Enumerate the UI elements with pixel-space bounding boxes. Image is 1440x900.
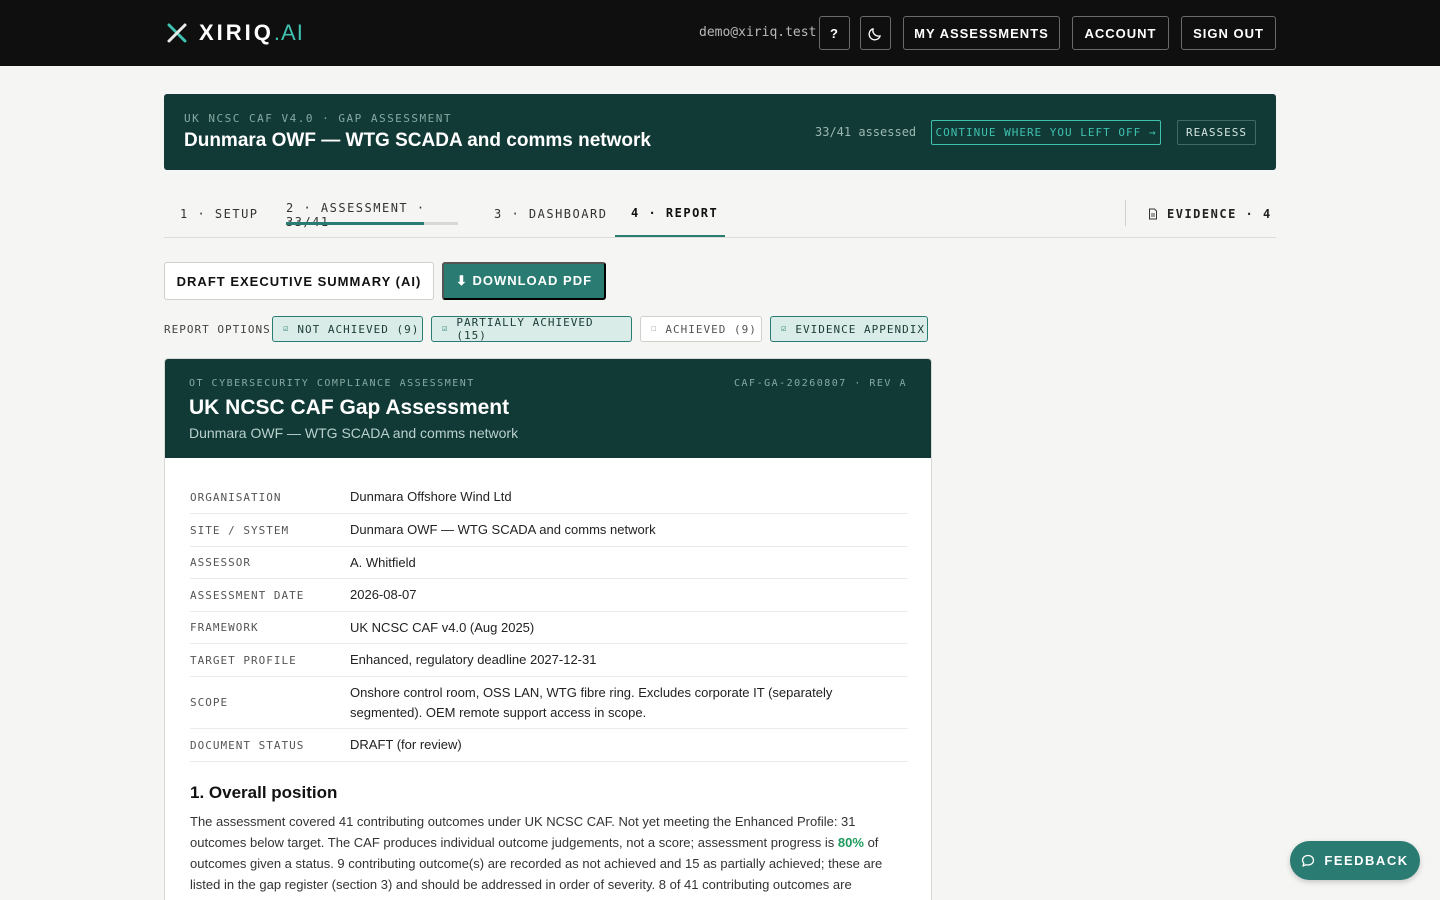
feedback-button[interactable]: FEEDBACK	[1290, 841, 1420, 880]
option-partially-achieved[interactable]: ☑ PARTIALLY ACHIEVED (15)	[431, 316, 632, 342]
option-evidence-appendix[interactable]: ☑ EVIDENCE APPENDIX	[770, 316, 928, 342]
meta-key: FRAMEWORK	[190, 621, 259, 634]
help-button[interactable]: ?	[819, 16, 850, 50]
draft-executive-summary-button[interactable]: DRAFT EXECUTIVE SUMMARY (AI)	[164, 262, 434, 300]
meta-value: Dunmara Offshore Wind Ltd	[350, 489, 512, 504]
meta-key: DOCUMENT STATUS	[190, 738, 305, 752]
checkbox-icon: ☑	[283, 324, 290, 334]
meta-row: ORGANISATION Dunmara Offshore Wind Ltd	[190, 481, 908, 514]
option-label: NOT ACHIEVED (9)	[297, 322, 420, 336]
section-paragraph: The assessment covered 41 contributing o…	[190, 814, 883, 892]
continue-button[interactable]: CONTINUE WHERE YOU LEFT OFF →	[931, 120, 1161, 145]
report-kicker: OT CYBERSECURITY COMPLIANCE ASSESSMENT	[189, 378, 475, 389]
xiriq-logo-icon	[167, 23, 187, 43]
assessment-progress: 33/41 assessed	[815, 125, 917, 139]
meta-key: TARGET PROFILE	[190, 653, 297, 667]
checkbox-icon: ☑	[442, 324, 449, 334]
logo-text: XIRIQ.AI	[199, 20, 304, 45]
checkbox-icon: ☐	[651, 324, 658, 334]
my-assessments-button[interactable]: MY ASSESSMENTS	[903, 16, 1060, 50]
progress-highlight: 80%	[837, 835, 864, 850]
checkbox-icon: ☑	[781, 324, 788, 334]
meta-value: Enhanced, regulatory deadline 2027-12-31	[350, 652, 597, 667]
assessment-title: Dunmara OWF — WTG SCADA and comms networ…	[184, 130, 651, 151]
meta-value: A. Whitfield	[350, 554, 416, 570]
meta-row: DOCUMENT STATUS DRAFT (for review)	[190, 729, 908, 762]
tab-dashboard[interactable]: 3 · DASHBOARD	[494, 190, 607, 237]
user-email: demo@xiriq.test	[699, 25, 817, 40]
meta-value: UK NCSC CAF v4.0 (Aug 2025)	[350, 619, 535, 635]
report-title: UK NCSC CAF Gap Assessment	[189, 396, 510, 419]
meta-value: 2026-08-07	[350, 587, 417, 602]
option-not-achieved[interactable]: ☑ NOT ACHIEVED (9)	[272, 316, 423, 342]
meta-row: SCOPE Onshore control room, OSS LAN, WTG…	[190, 677, 908, 729]
reassess-button[interactable]: REASSESS	[1177, 120, 1256, 145]
divider	[1125, 200, 1126, 226]
evidence-button[interactable]: EVIDENCE · 4	[1147, 190, 1272, 237]
assessment-banner: UK NCSC CAF V4.0 · GAP ASSESSMENT Dunmar…	[164, 94, 1276, 170]
meta-key: ASSESSMENT DATE	[190, 588, 305, 602]
meta-row: ASSESSMENT DATE 2026-08-07	[190, 579, 908, 612]
meta-key: ASSESSOR	[190, 556, 251, 569]
top-navigation-bar: XIRIQ.AI demo@xiriq.test ? MY ASSESSMENT…	[0, 0, 1440, 66]
banner-kicker: UK NCSC CAF V4.0 · GAP ASSESSMENT	[184, 112, 453, 125]
logo[interactable]: XIRIQ.AI	[166, 20, 304, 46]
assessment-progress-bar	[286, 222, 458, 225]
sign-out-button[interactable]: SIGN OUT	[1181, 16, 1276, 50]
meta-value: Dunmara OWF — WTG SCADA and comms networ…	[350, 522, 656, 537]
step-tabs: 1 · SETUP 2 · ASSESSMENT · 33/41 3 · DAS…	[164, 190, 1276, 238]
option-label: ACHIEVED (9)	[665, 322, 757, 336]
meta-key: SITE / SYSTEM	[190, 523, 290, 537]
tab-setup[interactable]: 1 · SETUP	[180, 190, 259, 237]
meta-row: TARGET PROFILE Enhanced, regulatory dead…	[190, 644, 908, 677]
moon-icon	[868, 27, 881, 40]
meta-key: ORGANISATION	[190, 490, 282, 504]
meta-row: SITE / SYSTEM Dunmara OWF — WTG SCADA an…	[190, 514, 908, 547]
account-button[interactable]: ACCOUNT	[1072, 16, 1169, 50]
meta-value: DRAFT (for review)	[350, 737, 462, 752]
tab-report[interactable]: 4 · REPORT	[615, 190, 725, 237]
report-header: OT CYBERSECURITY COMPLIANCE ASSESSMENT C…	[165, 359, 931, 458]
assessment-progress-fill	[286, 222, 424, 225]
chat-bubble-icon	[1302, 854, 1315, 867]
meta-value: Onshore control room, OSS LAN, WTG fibre…	[350, 684, 833, 720]
document-icon	[1149, 208, 1157, 219]
download-pdf-button[interactable]: ⬇ DOWNLOAD PDF	[442, 262, 606, 300]
evidence-label: EVIDENCE · 4	[1167, 206, 1272, 221]
option-achieved[interactable]: ☐ ACHIEVED (9)	[640, 316, 762, 342]
option-label: PARTIALLY ACHIEVED (15)	[456, 316, 594, 342]
report-metadata-table: ORGANISATION Dunmara Offshore Wind Ltd S…	[190, 481, 908, 762]
tab-assessment[interactable]: 2 · ASSESSMENT · 33/41	[286, 190, 458, 237]
meta-key: SCOPE	[190, 696, 229, 709]
meta-row: FRAMEWORK UK NCSC CAF v4.0 (Aug 2025)	[190, 612, 908, 644]
report-options-label: REPORT OPTIONS	[164, 323, 271, 336]
section-heading: 1. Overall position	[190, 783, 338, 802]
feedback-label: FEEDBACK	[1324, 853, 1409, 868]
report-reference: CAF-GA-20260807 · REV A	[734, 378, 907, 389]
dark-mode-toggle[interactable]	[860, 16, 891, 50]
option-label: EVIDENCE APPENDIX	[795, 322, 926, 336]
meta-row: ASSESSOR A. Whitfield	[190, 547, 908, 579]
report-subtitle: Dunmara OWF — WTG SCADA and comms networ…	[189, 425, 519, 441]
report-preview: OT CYBERSECURITY COMPLIANCE ASSESSMENT C…	[164, 358, 932, 900]
